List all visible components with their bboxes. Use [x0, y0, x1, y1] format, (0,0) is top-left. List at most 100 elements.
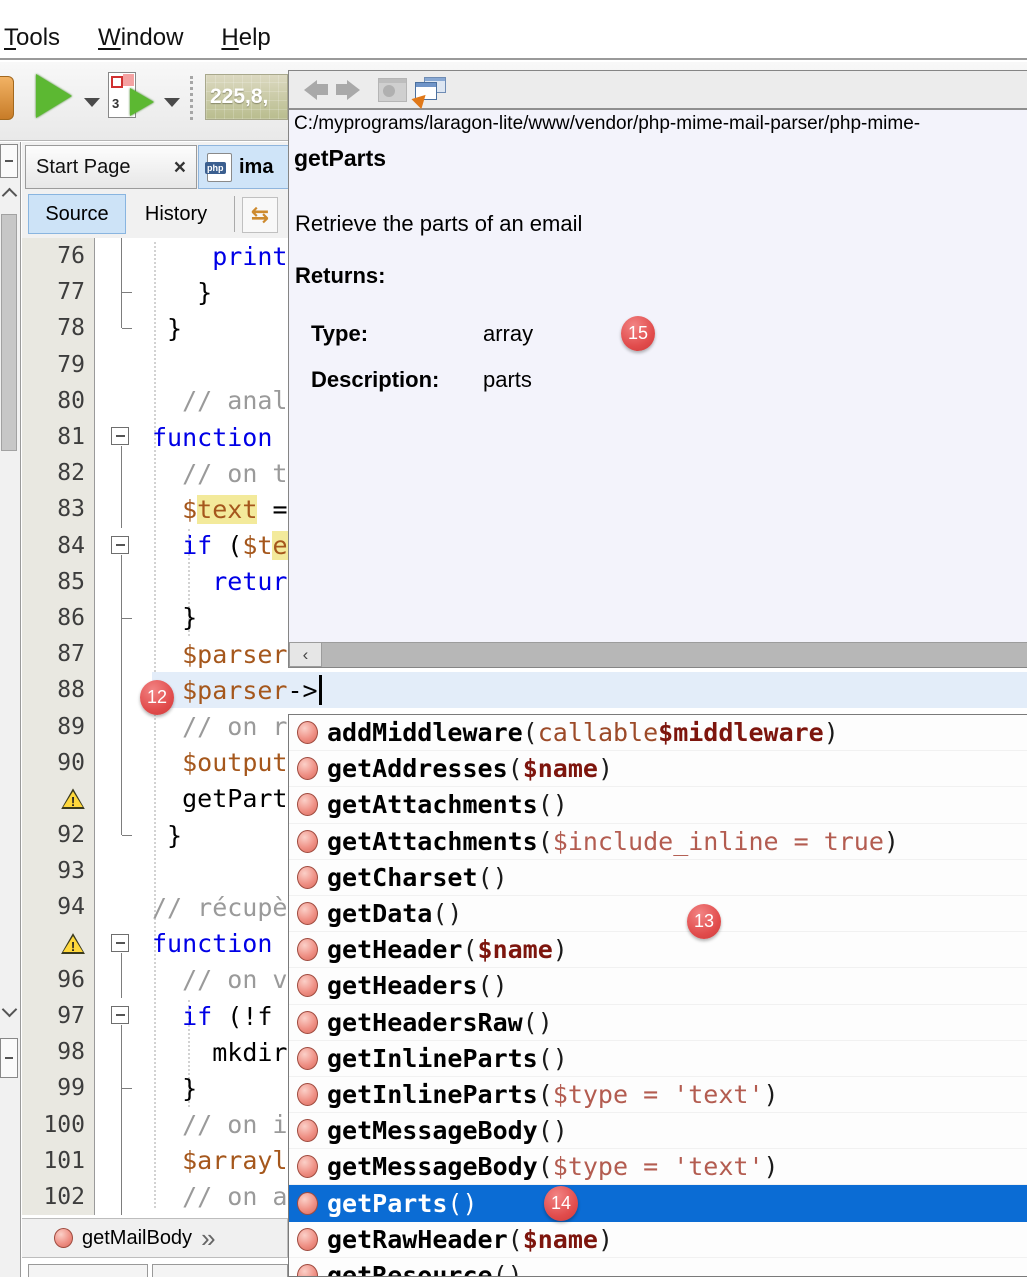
code-token: $t: [242, 531, 272, 560]
fold-cell: [95, 238, 152, 274]
left-rail-button-bottom[interactable]: [0, 1038, 18, 1078]
chevron-right-icon[interactable]: »: [201, 1225, 215, 1251]
memory-monitor[interactable]: 225,8,: [205, 74, 288, 120]
debug-play-icon: [130, 88, 154, 116]
completion-item[interactable]: getAttachments($include_inline = true): [289, 824, 1027, 860]
forward-icon[interactable]: [336, 80, 370, 100]
scroll-down-icon[interactable]: [2, 1002, 18, 1018]
fold-toggle[interactable]: [111, 1006, 129, 1024]
scroll-up-icon[interactable]: [2, 188, 18, 204]
line-number: 78: [57, 315, 85, 341]
doc-type-label: Type:: [311, 321, 483, 347]
completion-item-selected[interactable]: getParts(): [289, 1185, 1027, 1221]
completion-item[interactable]: getHeader($name): [289, 932, 1027, 968]
last-edit-icon[interactable]: ⇆: [242, 197, 278, 233]
fold-cell: [95, 962, 152, 998]
fold-cell: [95, 889, 152, 925]
completion-method-name: getAddresses: [327, 754, 508, 783]
open-in-browser-icon[interactable]: [415, 77, 445, 103]
code-token: [152, 784, 182, 813]
toolbar-partial-icon[interactable]: [0, 76, 14, 120]
completion-params: (): [432, 899, 462, 928]
line-number: 92: [57, 822, 85, 848]
doc-returns-heading: Returns:: [295, 263, 385, 289]
fold-line: [121, 962, 122, 998]
completion-params: (): [538, 1044, 568, 1073]
memory-value: 225,8,: [210, 85, 268, 109]
doc-horizontal-scrollbar[interactable]: ‹: [289, 642, 1027, 667]
fold-toggle[interactable]: [111, 536, 129, 554]
code-token: e: [272, 531, 287, 560]
line-number: 100: [43, 1112, 85, 1138]
line-number: 93: [57, 858, 85, 884]
close-icon[interactable]: ×: [174, 157, 186, 178]
code-token: [152, 1002, 182, 1031]
fold-line: [121, 953, 122, 962]
fold-toggle[interactable]: [111, 427, 129, 445]
code-line[interactable]: $parser->: [152, 672, 1027, 708]
menu-item-tools[interactable]: Tools: [4, 24, 60, 52]
run-dropdown-caret[interactable]: [84, 98, 100, 107]
gutter-cell: 94: [22, 889, 95, 925]
completion-method-name: getParts: [327, 1189, 447, 1218]
completion-item[interactable]: getHeaders(): [289, 968, 1027, 1004]
menu-key: H: [221, 24, 238, 51]
scrollbar-thumb[interactable]: [322, 642, 1027, 667]
source-view-button[interactable]: Source: [28, 194, 126, 234]
line-number: 82: [57, 460, 85, 486]
fold-cell: [95, 1107, 152, 1143]
code-token: [152, 495, 182, 524]
left-scrollbar-thumb[interactable]: [1, 214, 17, 451]
completion-item[interactable]: getMessageBody(): [289, 1113, 1027, 1149]
completion-method-name: getMessageBody: [327, 1116, 538, 1145]
back-icon[interactable]: [294, 80, 328, 100]
completion-item[interactable]: getData(): [289, 896, 1027, 932]
menu-key: W: [98, 24, 121, 51]
completion-params: (: [508, 754, 523, 783]
doc-returns-table: Type: array Description: parts: [311, 321, 533, 393]
completion-params: (: [538, 827, 553, 856]
menu-item-window[interactable]: Window: [98, 24, 183, 52]
completion-item[interactable]: getRawHeader($name): [289, 1222, 1027, 1258]
completion-item[interactable]: getCharset(): [289, 860, 1027, 896]
left-rail-button-top[interactable]: [0, 144, 18, 178]
gutter-cell: 100: [22, 1107, 95, 1143]
method-icon: [297, 757, 318, 780]
gutter-cell: 92: [22, 817, 95, 853]
completion-params: $name: [523, 754, 598, 783]
run-button[interactable]: [36, 74, 72, 118]
fold-toggle[interactable]: [111, 934, 129, 952]
debug-button[interactable]: 3: [108, 72, 158, 120]
history-view-button[interactable]: History: [128, 194, 224, 234]
code-token: // on t: [182, 459, 287, 488]
warning-icon[interactable]: !: [61, 933, 85, 954]
completion-params: ): [884, 827, 899, 856]
annotation-badge: 12: [140, 680, 174, 715]
tab-start-page[interactable]: Start Page ×: [25, 145, 197, 189]
fold-line: [121, 708, 122, 744]
php-file-icon: php: [207, 153, 232, 182]
completion-item[interactable]: getInlineParts(): [289, 1041, 1027, 1077]
completion-method-name: getRawHeader: [327, 1225, 508, 1254]
completion-item[interactable]: getAddresses($name): [289, 751, 1027, 787]
completion-item[interactable]: getAttachments(): [289, 787, 1027, 823]
breadcrumb[interactable]: getMailBody »: [22, 1218, 288, 1258]
completion-item[interactable]: getHeadersRaw(): [289, 1005, 1027, 1041]
bottom-panel-fragment: [152, 1264, 288, 1277]
gutter-cell: 96: [22, 962, 95, 998]
menu-item-help[interactable]: Help: [221, 24, 270, 52]
method-icon: [297, 1011, 318, 1034]
completion-item[interactable]: getResource(): [289, 1258, 1027, 1277]
fold-cell: [95, 636, 152, 672]
warning-icon[interactable]: !: [61, 788, 85, 809]
gutter-cell: 98: [22, 1034, 95, 1070]
completion-item[interactable]: getInlineParts($type = 'text'): [289, 1077, 1027, 1113]
debug-dropdown-caret[interactable]: [164, 98, 180, 107]
completion-method-name: getResource: [327, 1261, 493, 1277]
fold-cell: [95, 926, 152, 962]
annotation-badge: 14: [544, 1186, 578, 1221]
completion-item[interactable]: addMiddleware(callable $middleware): [289, 715, 1027, 751]
scroll-left-button[interactable]: ‹: [289, 642, 322, 667]
warning-mark: !: [61, 794, 85, 809]
completion-item[interactable]: getMessageBody($type = 'text'): [289, 1149, 1027, 1185]
